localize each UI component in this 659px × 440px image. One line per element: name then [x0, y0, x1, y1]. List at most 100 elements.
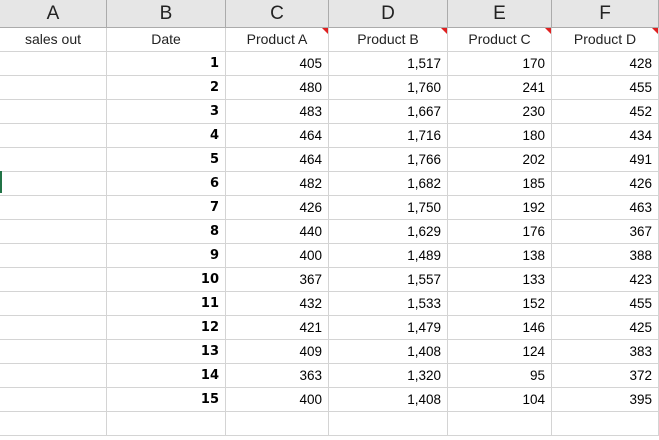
table-cell[interactable]: 2	[107, 76, 226, 100]
table-cell[interactable]: 432	[226, 292, 329, 316]
table-cell[interactable]: 1,750	[329, 196, 448, 220]
table-cell[interactable]: 138	[448, 244, 552, 268]
table-cell[interactable]: 409	[226, 340, 329, 364]
empty-cell[interactable]	[0, 412, 107, 436]
table-cell[interactable]: 383	[552, 340, 659, 364]
table-cell[interactable]: 1,479	[329, 316, 448, 340]
table-cell[interactable]: 8	[107, 220, 226, 244]
table-cell[interactable]: 1,408	[329, 340, 448, 364]
table-cell[interactable]: 1,629	[329, 220, 448, 244]
table-cell[interactable]: 367	[552, 220, 659, 244]
table-cell[interactable]	[0, 388, 107, 412]
table-cell[interactable]: 491	[552, 148, 659, 172]
table-cell[interactable]: 14	[107, 364, 226, 388]
table-cell[interactable]: 176	[448, 220, 552, 244]
table-cell[interactable]	[0, 364, 107, 388]
column-header-b[interactable]: B	[107, 0, 226, 28]
table-cell[interactable]: 426	[226, 196, 329, 220]
table-cell[interactable]: 1,408	[329, 388, 448, 412]
table-cell[interactable]: 400	[226, 244, 329, 268]
table-cell[interactable]: 400	[226, 388, 329, 412]
table-cell[interactable]: 124	[448, 340, 552, 364]
table-cell[interactable]: 1,716	[329, 124, 448, 148]
empty-cell[interactable]	[107, 412, 226, 436]
table-cell[interactable]: 1,489	[329, 244, 448, 268]
header-cell-sales-out[interactable]: sales out	[0, 28, 107, 52]
table-cell[interactable]	[0, 52, 107, 76]
column-header-e[interactable]: E	[448, 0, 552, 28]
table-cell[interactable]: 241	[448, 76, 552, 100]
table-cell[interactable]: 483	[226, 100, 329, 124]
table-cell[interactable]: 405	[226, 52, 329, 76]
column-header-c[interactable]: C	[226, 0, 329, 28]
table-cell[interactable]: 423	[552, 268, 659, 292]
table-cell[interactable]: 5	[107, 148, 226, 172]
empty-cell[interactable]	[329, 412, 448, 436]
table-cell[interactable]: 482	[226, 172, 329, 196]
table-cell[interactable]: 1,320	[329, 364, 448, 388]
table-cell[interactable]: 9	[107, 244, 226, 268]
table-cell[interactable]: 480	[226, 76, 329, 100]
column-header-d[interactable]: D	[329, 0, 448, 28]
table-cell[interactable]	[0, 100, 107, 124]
table-cell[interactable]: 421	[226, 316, 329, 340]
table-cell[interactable]: 1	[107, 52, 226, 76]
table-cell[interactable]	[0, 172, 107, 196]
empty-cell[interactable]	[448, 412, 552, 436]
header-cell-product-c[interactable]: Product C	[448, 28, 552, 52]
table-cell[interactable]: 4	[107, 124, 226, 148]
table-cell[interactable]: 185	[448, 172, 552, 196]
table-cell[interactable]: 367	[226, 268, 329, 292]
table-cell[interactable]: 464	[226, 148, 329, 172]
table-cell[interactable]: 146	[448, 316, 552, 340]
table-cell[interactable]: 1,760	[329, 76, 448, 100]
table-cell[interactable]: 425	[552, 316, 659, 340]
table-cell[interactable]	[0, 124, 107, 148]
column-header-f[interactable]: F	[552, 0, 659, 28]
header-cell-product-a[interactable]: Product A	[226, 28, 329, 52]
table-cell[interactable]	[0, 220, 107, 244]
table-cell[interactable]: 104	[448, 388, 552, 412]
table-cell[interactable]: 388	[552, 244, 659, 268]
table-cell[interactable]	[0, 292, 107, 316]
table-cell[interactable]: 1,766	[329, 148, 448, 172]
table-cell[interactable]: 452	[552, 100, 659, 124]
header-cell-product-b[interactable]: Product B	[329, 28, 448, 52]
table-cell[interactable]: 3	[107, 100, 226, 124]
table-cell[interactable]	[0, 268, 107, 292]
empty-cell[interactable]	[226, 412, 329, 436]
header-cell-date[interactable]: Date	[107, 28, 226, 52]
table-cell[interactable]: 455	[552, 76, 659, 100]
table-cell[interactable]: 428	[552, 52, 659, 76]
table-cell[interactable]: 1,667	[329, 100, 448, 124]
table-cell[interactable]	[0, 196, 107, 220]
table-cell[interactable]	[0, 148, 107, 172]
table-cell[interactable]: 13	[107, 340, 226, 364]
table-cell[interactable]: 395	[552, 388, 659, 412]
table-cell[interactable]: 95	[448, 364, 552, 388]
table-cell[interactable]: 192	[448, 196, 552, 220]
table-cell[interactable]: 10	[107, 268, 226, 292]
table-cell[interactable]: 463	[552, 196, 659, 220]
table-cell[interactable]: 363	[226, 364, 329, 388]
table-cell[interactable]: 440	[226, 220, 329, 244]
table-cell[interactable]: 202	[448, 148, 552, 172]
table-cell[interactable]	[0, 76, 107, 100]
table-cell[interactable]: 180	[448, 124, 552, 148]
table-cell[interactable]: 434	[552, 124, 659, 148]
table-cell[interactable]	[0, 340, 107, 364]
table-cell[interactable]: 372	[552, 364, 659, 388]
table-cell[interactable]: 12	[107, 316, 226, 340]
table-cell[interactable]: 464	[226, 124, 329, 148]
table-cell[interactable]: 230	[448, 100, 552, 124]
table-cell[interactable]: 426	[552, 172, 659, 196]
table-cell[interactable]	[0, 316, 107, 340]
header-cell-product-d[interactable]: Product D	[552, 28, 659, 52]
table-cell[interactable]: 1,533	[329, 292, 448, 316]
table-cell[interactable]: 152	[448, 292, 552, 316]
table-cell[interactable]: 170	[448, 52, 552, 76]
table-cell[interactable]: 1,557	[329, 268, 448, 292]
table-cell[interactable]: 15	[107, 388, 226, 412]
table-cell[interactable]: 1,517	[329, 52, 448, 76]
table-cell[interactable]: 6	[107, 172, 226, 196]
